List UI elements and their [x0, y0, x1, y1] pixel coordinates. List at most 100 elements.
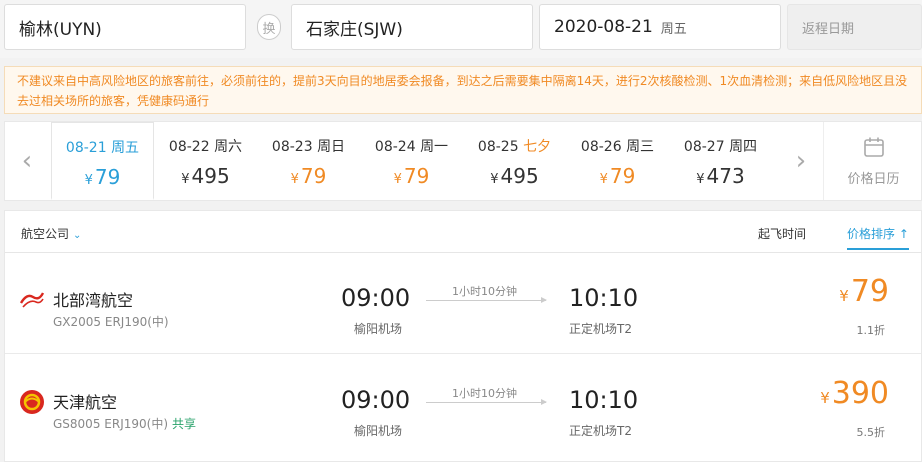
date-option-label: 08-27 周四 [669, 136, 772, 156]
flight-number-text: GX2005 ERJ190(中) [53, 315, 169, 329]
swap-label: 换 [262, 21, 276, 37]
departure-city-value: 榆林(UYN) [19, 19, 102, 40]
weekday-text: 周日 [317, 139, 346, 155]
codeshare-badge: 共享 [172, 417, 197, 431]
price-calendar-button[interactable]: 价格日历 [823, 122, 922, 200]
calendar-icon [863, 137, 884, 157]
date-text: 08-21 [65, 140, 107, 156]
flight-price[interactable]: ¥79 [839, 274, 889, 309]
flight-duration: 1小时10分钟 [452, 285, 517, 298]
return-date-field[interactable]: 返程日期 [787, 4, 922, 50]
currency-symbol: ¥ [599, 172, 608, 187]
date-option-price: ¥79 [257, 164, 360, 188]
date-option-label: 08-22 周六 [154, 136, 257, 156]
travel-notice: 不建议来自中高风险地区的旅客前往，必须前往的，提前3天向目的地居委会报备，到达之… [4, 66, 922, 114]
route-arrow-icon [426, 297, 547, 303]
date-option-price: ¥79 [566, 164, 669, 188]
airline-name: 北部湾航空 [53, 291, 134, 310]
date-option-price: ¥79 [52, 165, 153, 189]
flight-row[interactable]: 天津航空 GS8005 ERJ190(中) 共享 09:00 榆阳机场 1小时10… [5, 356, 921, 456]
price-value: 79 [609, 164, 636, 188]
date-price-strip: ‹ 08-21 周五 ¥79 08-22 周六 ¥495 08-23 周日 ¥79 08-2… [4, 121, 922, 201]
departure-time: 09:00 [341, 284, 411, 312]
weekday-text: 七夕 [523, 139, 552, 155]
beibu-gulf-airlines-logo-icon [19, 292, 45, 308]
currency-symbol: ¥ [393, 172, 402, 187]
arrival-city-field[interactable]: 石家庄(SJW) [291, 4, 533, 50]
price-value: 79 [403, 164, 430, 188]
discount-label: 1.1折 [856, 324, 886, 337]
date-option-price: ¥79 [360, 164, 463, 188]
weekday-text: 周三 [626, 139, 655, 155]
currency-symbol: ¥ [290, 172, 299, 187]
currency-symbol: ¥ [181, 172, 190, 187]
date-option-label: 08-23 周日 [257, 136, 360, 156]
sort-by-price[interactable]: 价格排序 ↑ [847, 225, 909, 250]
date-option-08-25[interactable]: 08-25 七夕 ¥495 [463, 122, 566, 200]
currency-symbol: ¥ [820, 389, 830, 407]
departure-city-field[interactable]: 榆林(UYN) [4, 4, 246, 50]
arrival-time: 10:10 [569, 386, 639, 414]
currency-symbol: ¥ [839, 287, 849, 305]
departure-airport: 榆阳机场 [354, 424, 403, 438]
weekday-text: 周四 [729, 139, 758, 155]
date-option-08-26[interactable]: 08-26 周三 ¥79 [566, 122, 669, 200]
airline-filter-label: 航空公司 [21, 227, 70, 241]
departure-time: 09:00 [341, 386, 411, 414]
search-bar: 榆林(UYN) 换 石家庄(SJW) 2020-08-21 周五 返程日期 [0, 0, 922, 58]
list-header: 航空公司 ⌄ 起飞时间 价格排序 ↑ [5, 211, 921, 253]
flight-number: GX2005 ERJ190(中) [53, 313, 173, 330]
price-value: 495 [191, 164, 230, 188]
departure-date-field[interactable]: 2020-08-21 周五 [539, 4, 781, 50]
date-text: 08-24 [374, 139, 416, 155]
date-option-08-21[interactable]: 08-21 周五 ¥79 [51, 122, 154, 200]
departure-airport: 榆阳机场 [354, 322, 403, 336]
tianjin-airlines-logo-icon [20, 390, 44, 414]
arrow-up-icon: ↑ [895, 227, 909, 241]
airline-name: 天津航空 [53, 393, 118, 412]
sort-by-departure[interactable]: 起飞时间 [758, 225, 806, 242]
date-text: 08-26 [580, 139, 622, 155]
arrival-airport: 正定机场T2 [569, 322, 632, 336]
route-arrow-icon [426, 399, 547, 405]
date-option-08-24[interactable]: 08-24 周一 ¥79 [360, 122, 463, 200]
date-option-label: 08-21 周五 [52, 137, 153, 157]
date-option-08-22[interactable]: 08-22 周六 ¥495 [154, 122, 257, 200]
next-dates-chevron-right-icon[interactable]: › [779, 122, 823, 200]
arrival-city-value: 石家庄(SJW) [306, 19, 403, 40]
price-value: 473 [706, 164, 745, 188]
chevron-down-icon: ⌄ [73, 230, 82, 241]
date-option-08-23[interactable]: 08-23 周日 ¥79 [257, 122, 360, 200]
swap-cities-button[interactable]: 换 [257, 14, 281, 40]
date-option-price: ¥473 [669, 164, 772, 188]
flight-duration: 1小时10分钟 [452, 387, 517, 400]
flight-number-text: GS8005 ERJ190(中) [53, 417, 168, 431]
date-option-price: ¥495 [154, 164, 257, 188]
date-text: 08-25 [477, 139, 519, 155]
date-option-label: 08-26 周三 [566, 136, 669, 156]
currency-symbol: ¥ [696, 172, 705, 187]
flight-price[interactable]: ¥390 [820, 376, 889, 411]
date-text: 08-22 [168, 139, 210, 155]
date-text: 08-27 [683, 139, 725, 155]
date-option-08-27[interactable]: 08-27 周四 ¥473 [669, 122, 772, 200]
departure-date-value: 2020-08-21 [554, 17, 653, 37]
weekday-text: 周五 [111, 140, 140, 156]
arrival-airport: 正定机场T2 [569, 424, 632, 438]
flight-row[interactable]: 北部湾航空 GX2005 ERJ190(中) 09:00 榆阳机场 1小时10分… [5, 254, 921, 354]
flight-number: GS8005 ERJ190(中) 共享 [53, 415, 196, 432]
price-value: 79 [300, 164, 327, 188]
prev-dates-chevron-left-icon[interactable]: ‹ [5, 122, 49, 200]
weekday-text: 周六 [214, 139, 243, 155]
departure-weekday: 周五 [660, 21, 687, 37]
airline-filter[interactable]: 航空公司 ⌄ [21, 225, 81, 242]
sort-by-price-label: 价格排序 [847, 227, 896, 241]
price-value: 79 [94, 165, 121, 189]
date-option-price: ¥495 [463, 164, 566, 188]
arrival-time: 10:10 [569, 284, 639, 312]
price-calendar-label: 价格日历 [847, 172, 900, 187]
return-date-placeholder: 返程日期 [802, 21, 855, 37]
flight-list: 航空公司 ⌄ 起飞时间 价格排序 ↑ 北部湾航空 GX2005 ERJ190(中)… [4, 210, 922, 462]
date-text: 08-23 [271, 139, 313, 155]
price-value: 79 [850, 274, 889, 309]
